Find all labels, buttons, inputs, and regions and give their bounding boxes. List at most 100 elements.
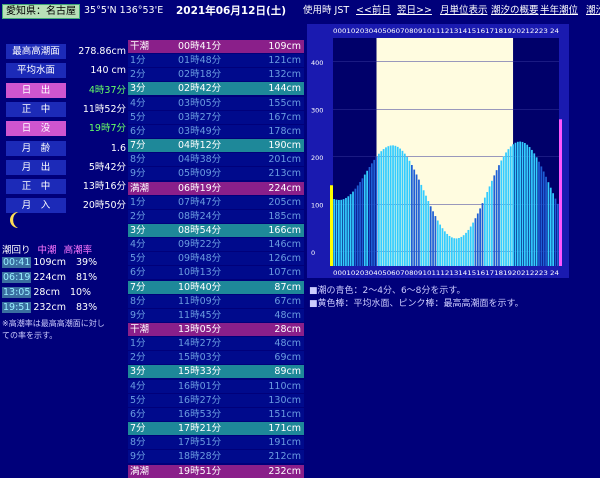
- tide-bar: [493, 175, 496, 266]
- tide-level: 166cm: [268, 224, 301, 236]
- tide-level: 67cm: [274, 295, 301, 307]
- tide-bar: [403, 153, 406, 266]
- summary-row: 13:05 28cm 10%: [2, 287, 91, 298]
- tide-row: 4分 09時22分 146cm: [128, 238, 304, 252]
- info-value: 278.86cm: [78, 46, 126, 57]
- tide-level: 171cm: [268, 423, 301, 435]
- date-title: 2021年06月12日(土): [176, 5, 287, 17]
- half-year-link[interactable]: 半年潮位: [540, 5, 578, 17]
- tide-zero-link[interactable]: 潮汐ゼロ: [586, 5, 600, 17]
- tide-bar: [422, 190, 425, 266]
- summary-rate: 39%: [76, 257, 98, 268]
- tide-time: 06時19分: [178, 182, 222, 194]
- tide-time: 02時42分: [178, 83, 222, 95]
- tide-time: 05時09分: [178, 168, 222, 180]
- tide-bar: [429, 206, 432, 266]
- tide-bar: [467, 229, 470, 266]
- info-label: 月 出: [6, 159, 66, 175]
- tide-row: 7分 10時40分 87cm: [128, 280, 304, 294]
- tide-bar: [345, 197, 347, 266]
- tide-bar: [542, 171, 545, 266]
- tide-label: 6分: [130, 267, 146, 279]
- tide-time: 00時41分: [178, 41, 222, 52]
- tide-row: 9分 18時28分 212cm: [128, 450, 304, 464]
- summary-time: 06:19: [2, 272, 32, 283]
- tide-level: 146cm: [268, 239, 301, 251]
- monthly-view-link[interactable]: 月単位表示: [440, 5, 488, 17]
- info-label: 日 出: [6, 82, 66, 98]
- summary-header-cycle: 潮回り: [2, 245, 31, 256]
- tide-label: 6分: [130, 408, 146, 420]
- summary-rate: 10%: [69, 287, 92, 298]
- tide-row: 8分 04時38分 201cm: [128, 153, 304, 167]
- tide-bar: [427, 201, 430, 266]
- tide-label: 7分: [130, 281, 146, 293]
- summary-row: 00:41 109cm 39%: [2, 257, 97, 268]
- tide-bar: [533, 153, 536, 266]
- summary-time: 00:41: [2, 257, 32, 268]
- tide-bar: [363, 174, 366, 266]
- tide-bar: [521, 141, 524, 266]
- location-label: 愛知県：名古屋: [2, 4, 80, 19]
- tide-label: 1分: [130, 338, 146, 350]
- tide-time: 16時53分: [178, 408, 222, 420]
- tide-label: 5分: [130, 253, 146, 265]
- tide-row: 4分 03時05分 155cm: [128, 96, 304, 110]
- tide-bar: [500, 160, 503, 266]
- tide-bar: [439, 224, 441, 266]
- summary-note: ※高潮率は最高高潮面に対しての率を示す。: [2, 319, 105, 340]
- chart-note-colors: ■潮の青色：2〜4分、6〜8分を示す。: [309, 286, 466, 296]
- tide-time: 09時22分: [178, 239, 222, 251]
- tide-bar: [453, 238, 456, 266]
- tide-chart: 400 300 200 100 0 000102030405060708091011121…: [307, 24, 569, 278]
- tide-bar: [361, 178, 364, 266]
- tide-label: 2分: [130, 69, 146, 81]
- info-label: 正 中: [6, 179, 66, 195]
- tide-level: 132cm: [268, 69, 301, 81]
- tide-row: 7分 17時21分 171cm: [128, 422, 304, 436]
- tide-label: 9分: [130, 451, 146, 463]
- tide-level: 121cm: [268, 55, 301, 67]
- summary-level: 109cm: [33, 257, 67, 268]
- tide-label: 9分: [130, 309, 146, 321]
- tide-row: 9分 05時09分 213cm: [128, 167, 304, 181]
- tide-time: 13時05分: [178, 324, 222, 335]
- tide-bar: [502, 156, 505, 266]
- tide-bar: [375, 156, 378, 266]
- tide-summary-link[interactable]: 潮汐の概要: [491, 5, 539, 17]
- tide-row: 2分 15時03分 69cm: [128, 351, 304, 365]
- tide-time: 14時27分: [178, 338, 222, 350]
- tide-time: 10時13分: [178, 267, 222, 279]
- tide-label: 1分: [130, 55, 146, 67]
- info-row: 日 出 4時37分: [6, 81, 126, 101]
- tide-time: 07時47分: [178, 196, 222, 208]
- tide-time: 11時09分: [178, 295, 222, 307]
- tide-label: 9分: [130, 168, 146, 180]
- tide-bar: [385, 147, 387, 266]
- tide-bar: [387, 146, 390, 266]
- tide-row: 8分 11時09分 67cm: [128, 294, 304, 308]
- tide-level: 144cm: [268, 83, 301, 95]
- tide-bar: [368, 166, 371, 266]
- tide-bar: [366, 170, 369, 266]
- tide-bar: [540, 166, 543, 266]
- tide-bar: [495, 170, 498, 266]
- tide-time: 16時01分: [178, 380, 222, 392]
- info-value: 11時52分: [82, 103, 126, 115]
- summary-level: 232cm: [33, 302, 67, 313]
- chart-note-bars: ■黄色棒：平均水面、ピンク棒：最高高潮面を示す。: [309, 299, 524, 309]
- summary-row: 19:51 232cm 83%: [2, 302, 97, 313]
- info-value: 19時7分: [88, 123, 126, 135]
- tide-bar: [514, 142, 517, 266]
- tide-level: 109cm: [268, 41, 301, 52]
- next-day-link[interactable]: 翌日>>: [397, 5, 432, 17]
- tide-time: 18時28分: [178, 451, 222, 463]
- tide-bar: [335, 199, 338, 266]
- tide-label: 8分: [130, 437, 146, 449]
- tide-label: 8分: [130, 154, 146, 166]
- tide-time: 04時12分: [178, 140, 222, 152]
- tide-bar: [465, 232, 467, 266]
- prev-day-link[interactable]: <<前日: [356, 5, 391, 17]
- y-tick-label: 300: [311, 106, 323, 114]
- tide-bar: [434, 216, 437, 266]
